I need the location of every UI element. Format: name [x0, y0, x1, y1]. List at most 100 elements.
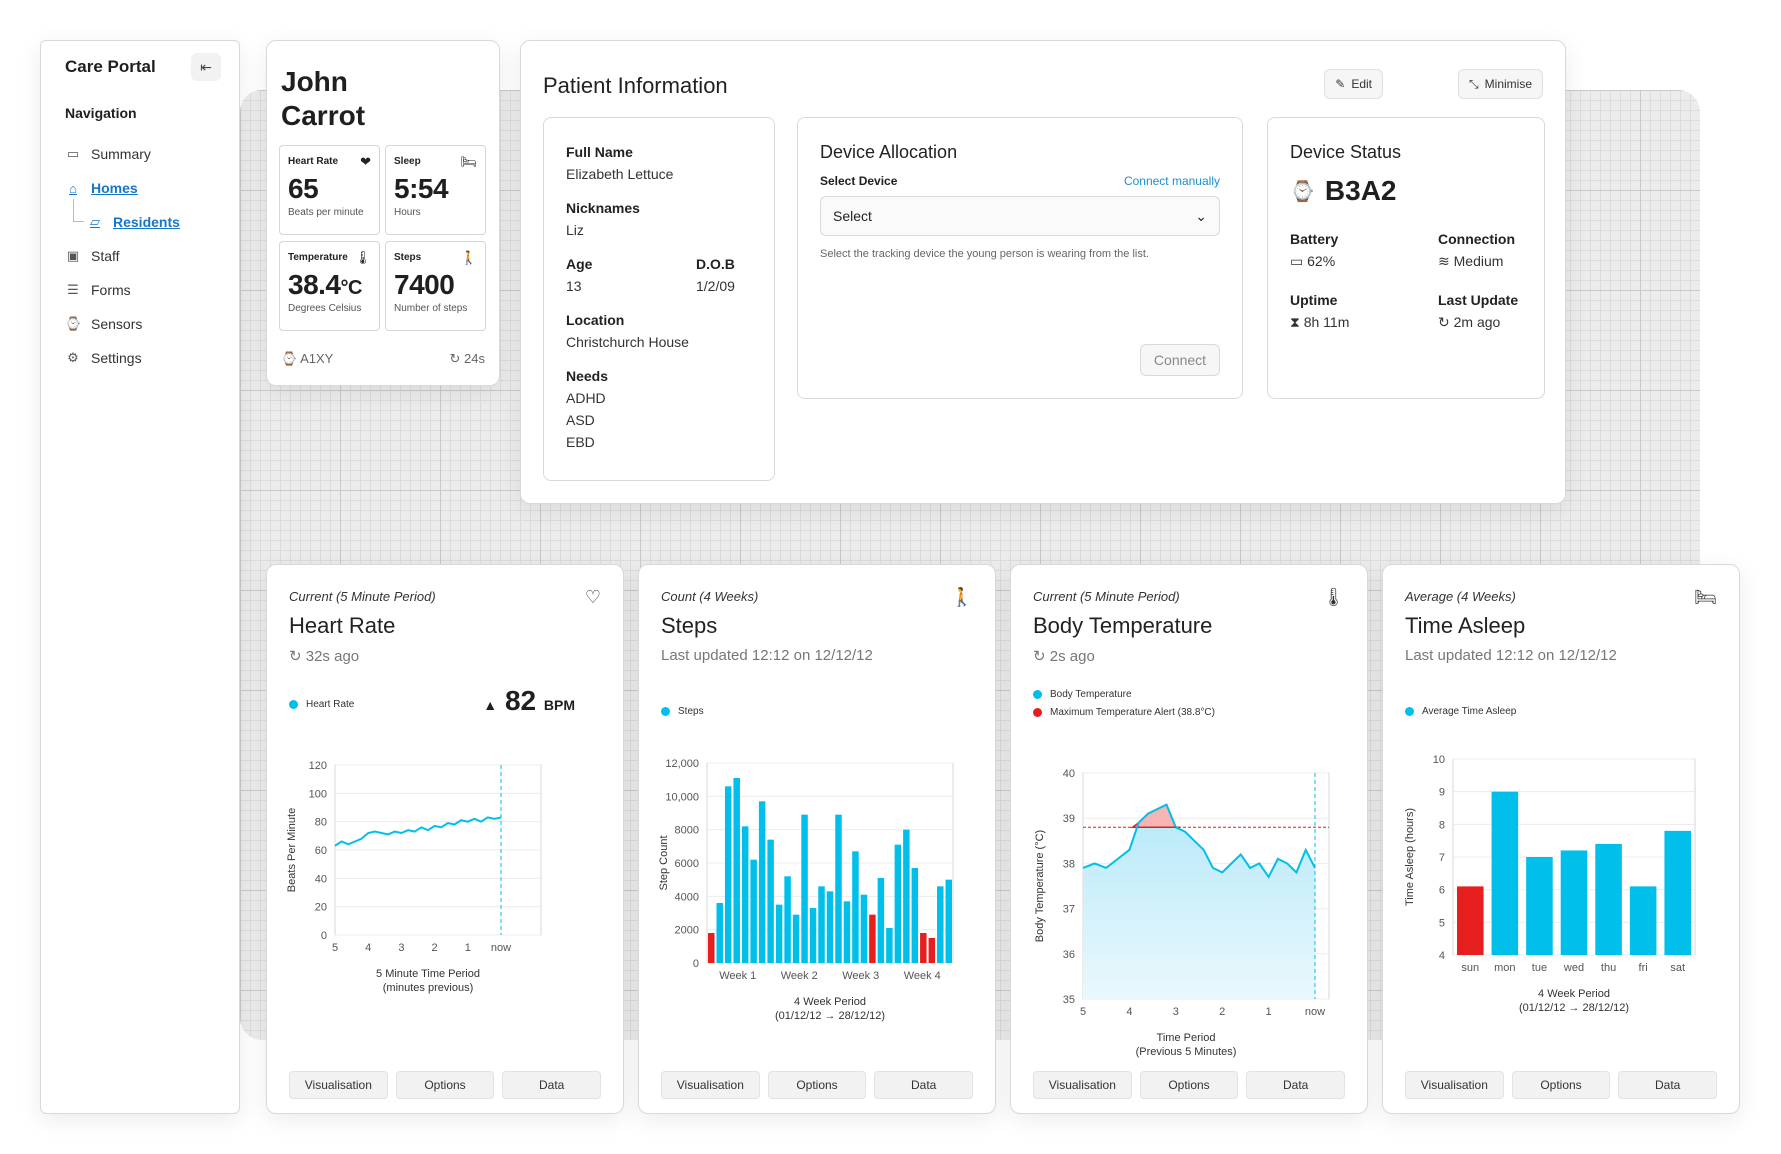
last-update-text: 2m ago	[1453, 314, 1501, 330]
x-axis-sublabel: (minutes previous)	[383, 982, 473, 994]
x-tick-label: thu	[1601, 962, 1616, 974]
tab-data[interactable]: Data	[874, 1071, 974, 1099]
y-tick-label: 35	[1063, 994, 1075, 1006]
connect-manually-link[interactable]: Connect manually	[1124, 174, 1220, 188]
thermometer-icon: 🌡	[1322, 587, 1345, 607]
step-bar	[911, 868, 919, 963]
tab-visualisation[interactable]: Visualisation	[289, 1071, 388, 1099]
x-tick-label: 3	[1173, 1006, 1179, 1018]
tab-visualisation[interactable]: Visualisation	[661, 1071, 760, 1099]
refresh-icon: ↻	[1438, 314, 1450, 330]
time-asleep-chart: 4 5 6 7 8 9 10 Time Asleep (hours) sun mon tue wed t…	[1404, 754, 1696, 1014]
tab-options[interactable]: Options	[767, 1071, 867, 1099]
step-bar	[894, 844, 902, 963]
watch-icon: ⌚	[1290, 180, 1315, 203]
step-bar	[835, 814, 842, 963]
device-allocation-title: Device Allocation	[820, 142, 958, 162]
device-help-text: Select the tracking device the young per…	[820, 248, 1149, 260]
sidebar-item-forms[interactable]: ☰ Forms	[65, 273, 180, 307]
age-dob-row: Age 13 D.O.B 1/2/09	[566, 256, 752, 294]
refresh-icon: ↻	[449, 351, 461, 366]
x-axis-label: 4 Week Period	[1538, 988, 1610, 1000]
watch-icon: ⌚	[65, 316, 82, 331]
sidebar-item-residents[interactable]: ▱ Residents	[65, 199, 180, 239]
card-subtitle: Current (5 Minute Period)	[289, 589, 436, 604]
y-tick-label: 6	[1439, 885, 1445, 897]
tab-options[interactable]: Options	[395, 1071, 495, 1099]
sidebar-item-settings[interactable]: ⚙ Settings	[65, 341, 180, 375]
step-bar	[716, 903, 723, 963]
vital-value: 65	[288, 173, 319, 204]
age-label: Age	[566, 256, 593, 272]
y-tick-label: 12,000	[665, 758, 699, 770]
collapse-sidebar-button[interactable]: ⇤	[191, 53, 221, 81]
device-status-title: Device Status	[1290, 142, 1402, 162]
vital-sub: Beats per minute	[288, 207, 364, 218]
step-bar	[775, 904, 783, 963]
thermometer-icon: 🌡	[354, 250, 371, 265]
x-axis-sublabel: (Previous 5 Minutes)	[1136, 1046, 1237, 1058]
chart-legend-alert: Maximum Temperature Alert (38.8°C)	[1033, 707, 1215, 718]
sidebar-item-sensors[interactable]: ⌚ Sensors	[65, 307, 180, 341]
patient-summary-card: John Carrot Heart Rate ❤ 65 Beats per mi…	[266, 40, 500, 386]
step-bar	[792, 914, 800, 963]
vital-sub: Degrees Celsius	[288, 303, 362, 314]
card-updated: ↻ 32s ago	[289, 647, 359, 665]
card-tabs: Visualisation Options Data	[661, 1071, 974, 1099]
legend-swatch-alert	[1033, 708, 1042, 717]
tab-visualisation[interactable]: Visualisation	[1405, 1071, 1504, 1099]
legend-label: Steps	[678, 706, 704, 717]
y-axis-label: Step Count	[658, 835, 670, 890]
sleep-bar	[1491, 791, 1519, 955]
edit-button[interactable]: ✎ Edit	[1324, 69, 1383, 99]
body-temperature-card: Current (5 Minute Period) Body Temperatu…	[1010, 564, 1368, 1114]
device-select[interactable]: Select ⌄	[820, 196, 1220, 236]
x-tick-label: 1	[1266, 1006, 1272, 1018]
heart-rate-tile[interactable]: Heart Rate ❤ 65 Beats per minute	[279, 145, 380, 235]
step-bar	[708, 933, 715, 963]
patient-name: John Carrot	[281, 65, 365, 133]
step-bar	[843, 901, 851, 963]
y-axis-label: Time Asleep (hours)	[1404, 808, 1416, 906]
vital-value: 5:54	[394, 173, 449, 204]
tab-data[interactable]: Data	[502, 1071, 602, 1099]
chevron-down-icon: ⌄	[1195, 207, 1207, 224]
need-item: ASD	[566, 412, 595, 428]
step-bar	[869, 914, 876, 963]
tab-visualisation[interactable]: Visualisation	[1033, 1071, 1132, 1099]
uptime-stat: Uptime ⧗ 8h 11m	[1290, 292, 1438, 331]
y-axis-label: Body Temperature (°C)	[1034, 830, 1046, 942]
patient-first-name: John	[281, 66, 348, 97]
steps-tile[interactable]: Steps 🚶 7400 Number of steps	[385, 241, 486, 331]
y-tick-label: 39	[1063, 813, 1075, 825]
temperature-tile[interactable]: Temperature 🌡 38.4°C Degrees Celsius	[279, 241, 380, 331]
tab-data[interactable]: Data	[1246, 1071, 1346, 1099]
temperature-number: 38.4	[288, 269, 341, 300]
x-tick-label: 4	[365, 942, 371, 954]
sidebar-item-staff[interactable]: ▣ Staff	[65, 239, 180, 273]
step-bar	[733, 778, 740, 963]
battery-stat: Battery ▭ 62%	[1290, 231, 1438, 270]
sleep-bar	[1526, 857, 1553, 955]
y-tick-label: 8	[1439, 819, 1445, 831]
tab-options[interactable]: Options	[1511, 1071, 1611, 1099]
y-tick-label: 10	[1433, 754, 1445, 766]
uptime-value: ⧗ 8h 11m	[1290, 314, 1438, 331]
tab-options[interactable]: Options	[1139, 1071, 1239, 1099]
card-subtitle: Count (4 Weeks)	[661, 589, 759, 604]
x-tick-label: Week 1	[719, 970, 756, 982]
sidebar-item-summary[interactable]: ▭ Summary	[65, 137, 180, 171]
chart-legend: Body Temperature	[1033, 689, 1132, 700]
connect-button[interactable]: Connect	[1140, 344, 1220, 376]
card-tabs: Visualisation Options Data	[1033, 1071, 1346, 1099]
body-temperature-chart: 35 36 37 38 39 40 Body Temperature (°C) 5 4 3 2 1 no…	[1034, 768, 1330, 1058]
tab-data[interactable]: Data	[1618, 1071, 1718, 1099]
bed-icon: 🛏	[460, 154, 477, 169]
x-tick-label: wed	[1563, 962, 1584, 974]
minimise-button[interactable]: ⤡ Minimise	[1458, 69, 1543, 99]
nicknames-label: Nicknames	[566, 200, 640, 216]
x-tick-label: fri	[1639, 962, 1648, 974]
age-value: 13	[566, 278, 582, 294]
panel-title: Patient Information	[543, 73, 728, 98]
sleep-tile[interactable]: Sleep 🛏 5:54 Hours	[385, 145, 486, 235]
